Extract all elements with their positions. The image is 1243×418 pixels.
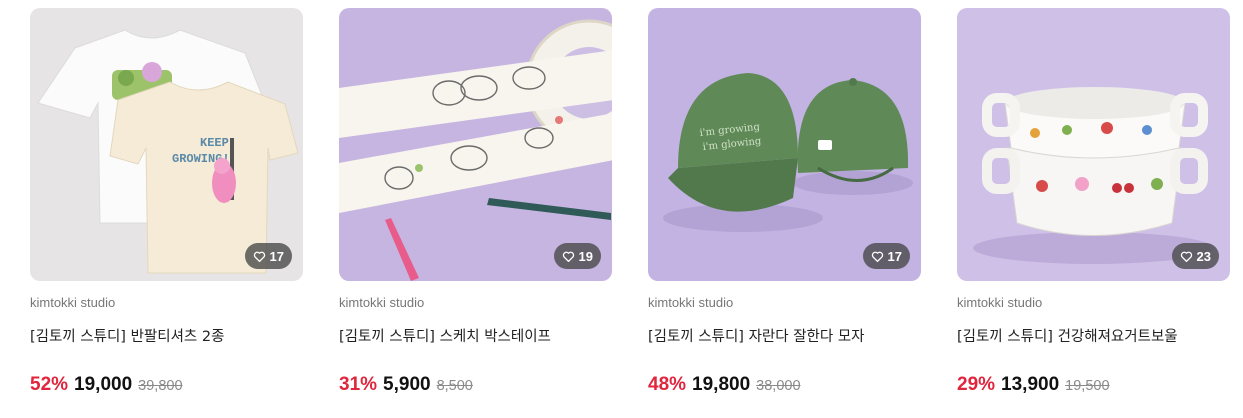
product-image[interactable]: KEEP GROWING! 17 xyxy=(30,8,303,281)
like-count: 17 xyxy=(269,248,284,264)
product-card[interactable]: 19 kimtokki studio [김토끼 스튜디] 스케치 박스테이프 xyxy=(339,8,612,347)
price-row: 52% 19,000 39,800 xyxy=(30,374,183,396)
cap-image: i'm growing i'm glowing xyxy=(648,8,921,281)
discount-rate: 48% xyxy=(648,374,687,395)
product-title[interactable]: [김토끼 스튜디] 자란다 잘한다 모자 xyxy=(648,325,921,347)
tape-image xyxy=(339,8,612,281)
like-count: 23 xyxy=(1196,248,1211,264)
heart-outline-icon xyxy=(1180,251,1192,262)
sale-price: 19,800 xyxy=(692,374,751,395)
heart-outline-icon xyxy=(253,251,265,262)
price-row: 29% 13,900 19,500 xyxy=(957,374,1110,396)
heart-outline-icon xyxy=(562,251,574,262)
discount-rate: 31% xyxy=(339,374,378,395)
sale-price: 19,000 xyxy=(74,374,133,395)
original-price: 8,500 xyxy=(436,378,473,394)
product-card[interactable]: KEEP GROWING! 17 kimtokki studio [김토끼 스튜… xyxy=(30,8,303,347)
brand-name[interactable]: kimtokki studio xyxy=(957,295,1230,313)
sale-price: 13,900 xyxy=(1001,374,1060,395)
brand-name[interactable]: kimtokki studio xyxy=(648,295,921,313)
heart-outline-icon xyxy=(871,251,883,262)
product-image[interactable]: i'm growing i'm glowing 17 xyxy=(648,8,921,281)
like-badge[interactable]: 19 xyxy=(553,243,601,269)
original-price: 39,800 xyxy=(138,378,183,394)
like-badge[interactable]: 23 xyxy=(1171,243,1219,269)
price-row: 48% 19,800 38,000 xyxy=(648,374,801,396)
svg-text:KEEP: KEEP xyxy=(200,136,229,150)
sale-price: 5,900 xyxy=(383,374,431,395)
product-title[interactable]: [김토끼 스튜디] 스케치 박스테이프 xyxy=(339,325,612,347)
original-price: 19,500 xyxy=(1065,378,1110,394)
like-count: 17 xyxy=(887,248,902,264)
product-image[interactable]: 19 xyxy=(339,8,612,281)
product-image[interactable]: 23 xyxy=(957,8,1230,281)
product-grid: KEEP GROWING! 17 kimtokki studio [김토끼 스튜… xyxy=(0,0,1243,418)
bowl-image xyxy=(957,8,1230,281)
original-price: 38,000 xyxy=(756,378,801,394)
product-title[interactable]: [김토끼 스튜디] 반팔티셔츠 2종 xyxy=(30,325,303,347)
product-title[interactable]: [김토끼 스튜디] 건강해져요거트보울 xyxy=(957,325,1230,347)
discount-rate: 29% xyxy=(957,374,996,395)
discount-rate: 52% xyxy=(30,374,69,395)
product-card[interactable]: i'm growing i'm glowing 17 kimtokki stud… xyxy=(648,8,921,347)
like-count: 19 xyxy=(578,248,593,264)
price-row: 31% 5,900 8,500 xyxy=(339,374,473,396)
brand-name[interactable]: kimtokki studio xyxy=(339,295,612,313)
tshirt-image: KEEP GROWING! xyxy=(30,8,303,281)
like-badge[interactable]: 17 xyxy=(862,243,910,269)
product-card[interactable]: 23 kimtokki studio [김토끼 스튜디] 건강해져요거트보울 xyxy=(957,8,1230,347)
brand-name[interactable]: kimtokki studio xyxy=(30,295,303,313)
like-badge[interactable]: 17 xyxy=(244,243,292,269)
